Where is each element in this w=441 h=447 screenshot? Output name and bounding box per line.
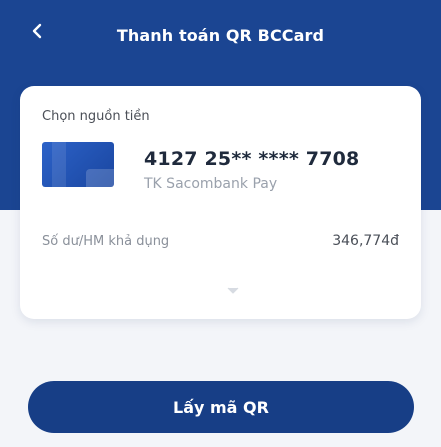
balance-value: 346,774đ	[332, 233, 399, 249]
card-thumbnail-chip	[86, 169, 114, 187]
payment-source-label: Chọn nguồn tiền	[42, 109, 150, 124]
payment-source-card: Chọn nguồn tiền 4127 25** **** 7708 TK S…	[20, 86, 421, 319]
balance-label: Số dư/HM khả dụng	[42, 233, 170, 249]
page-title: Thanh toán QR BCCard	[116, 26, 325, 45]
card-account-name: TK Sacombank Pay	[144, 176, 278, 192]
chevron-down-icon	[227, 280, 239, 299]
card-thumbnail-stripe	[52, 142, 66, 187]
card-thumbnail[interactable]	[42, 142, 114, 187]
expand-toggle[interactable]	[225, 282, 241, 296]
card-number[interactable]: 4127 25** **** 7708	[144, 148, 359, 170]
get-qr-button[interactable]: Lấy mã QR	[28, 381, 414, 433]
payment-screen: Thanh toán QR BCCard Chọn nguồn tiền 412…	[0, 0, 441, 447]
balance-row: Số dư/HM khả dụng 346,774đ	[42, 228, 399, 254]
